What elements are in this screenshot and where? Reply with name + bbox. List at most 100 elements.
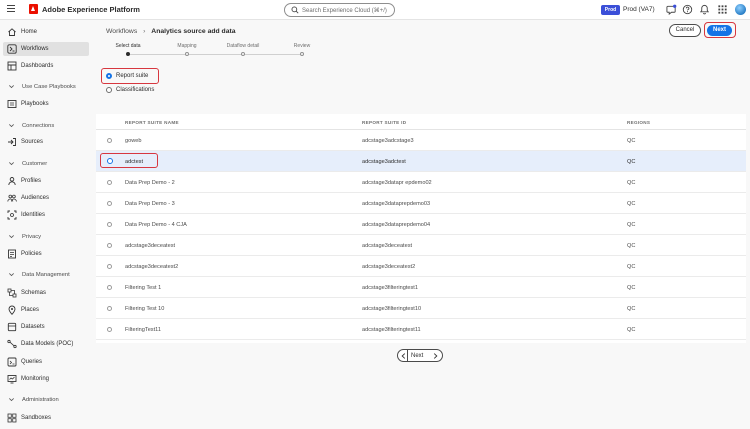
region-cell: QC <box>627 326 636 333</box>
apps-grid-icon[interactable] <box>717 4 728 15</box>
column-header-name[interactable]: REPORT SUITE NAME <box>125 120 179 125</box>
sidebar-item-sandboxes[interactable]: Sandboxes <box>3 411 89 425</box>
table-row[interactable]: Data Prep Demo - 2 adcstage3datapr epdemo… <box>96 172 746 193</box>
playbooks-icon <box>7 100 17 108</box>
step-dot <box>300 52 304 56</box>
report-suite-id-cell: adcstage3deceatest <box>362 242 413 249</box>
row-select-radio[interactable] <box>107 200 112 206</box>
datasets-icon <box>7 322 17 332</box>
sandboxes-icon <box>7 413 17 423</box>
report-suite-id-cell: adcstage3dataprepdemo03 <box>362 200 431 207</box>
row-select-radio[interactable] <box>107 263 112 269</box>
notifications-feed-icon[interactable] <box>666 4 677 15</box>
sidebar-section-customer[interactable]: Customer <box>3 158 89 170</box>
data-models-icon <box>7 339 17 349</box>
sidebar-item-queries[interactable]: Queries <box>3 355 89 369</box>
search-icon <box>291 6 299 14</box>
report-suite-radio[interactable] <box>106 73 112 79</box>
step-select-data: Select data <box>103 43 153 56</box>
report-suite-name-cell: goweb <box>125 137 142 144</box>
sidebar-item-label: Queries <box>21 358 43 365</box>
sidebar-item-monitoring[interactable]: Monitoring <box>3 372 89 386</box>
previous-page-button[interactable] <box>398 350 408 361</box>
table-row[interactable]: adctest adcstage3adctest QC <box>96 151 746 172</box>
cancel-button[interactable]: Cancel <box>669 24 701 37</box>
row-select-radio[interactable] <box>107 221 112 227</box>
adobe-logo-icon[interactable] <box>29 4 38 14</box>
region-cell: QC <box>627 179 636 186</box>
sidebar-item-workflows[interactable]: Workflows <box>3 42 89 56</box>
report-suite-name-cell: adcstage3deceatest <box>125 242 176 249</box>
sidebar-section-privacy[interactable]: Privacy <box>3 231 89 243</box>
table-row[interactable]: adcstage3deceatest2 adcstage3deceatest2 QC <box>96 256 746 277</box>
region-cell: QC <box>627 284 636 291</box>
row-select-radio[interactable] <box>107 242 112 248</box>
next-page-button[interactable] <box>429 350 441 361</box>
report-suite-id-cell: adcstage3datapr epdemo02 <box>362 179 432 186</box>
table-row[interactable]: goweb adcstage3adcstage3 QC <box>96 130 746 151</box>
sidebar-item-policies[interactable]: Policies <box>3 247 89 261</box>
sidebar-item-dashboards[interactable]: Dashboards <box>3 59 89 73</box>
chevron-down-icon <box>9 398 14 402</box>
chevron-down-icon <box>9 162 14 166</box>
dashboards-icon <box>7 61 17 71</box>
table-row[interactable]: FilteringTest11 adcstage3filteringtest11 Q… <box>96 319 746 340</box>
report-suite-label[interactable]: Report suite <box>116 73 148 79</box>
next-page-label[interactable]: Next <box>411 353 423 359</box>
column-header-id[interactable]: REPORT SUITE ID <box>362 120 406 125</box>
step-label: Mapping <box>177 43 197 49</box>
table-row[interactable]: Filtering Test 1 adcstage3filteringtest1 Q… <box>96 277 746 298</box>
classifications-label[interactable]: Classifications <box>116 87 154 93</box>
classifications-radio[interactable] <box>106 87 112 93</box>
sidebar-item-identities[interactable]: Identities <box>3 208 89 222</box>
sidebar-item-datasets[interactable]: Datasets <box>3 320 89 334</box>
chevron-down-icon <box>9 235 14 239</box>
avatar[interactable] <box>735 4 746 15</box>
workflow-stepper: Select data Mapping Dataflow detail Revi… <box>106 43 326 57</box>
table-row[interactable]: Data Prep Demo - 4 CJA adcstage3dataprepd… <box>96 214 746 235</box>
breadcrumb-workflows-link[interactable]: Workflows <box>106 28 137 35</box>
breadcrumb: Workflows › Analytics source add data <box>106 28 236 35</box>
app-title[interactable]: Adobe Experience Platform <box>42 5 140 14</box>
row-select-radio[interactable] <box>106 158 113 164</box>
env-label[interactable]: Prod (VA7) <box>623 6 655 13</box>
sidebar: Home Workflows Dashboards Use Case Playb… <box>0 21 92 429</box>
next-button-highlight: Next <box>704 22 736 38</box>
row-select-radio[interactable] <box>107 284 112 290</box>
bell-icon[interactable] <box>699 4 710 15</box>
location-pin-icon <box>8 305 16 315</box>
sidebar-section-label: Data Management <box>22 272 70 278</box>
sidebar-item-schemas[interactable]: Schemas <box>3 286 89 300</box>
column-header-regions[interactable]: REGIONS <box>627 120 650 125</box>
help-icon[interactable] <box>682 4 693 15</box>
menu-icon[interactable] <box>7 5 15 13</box>
search-input[interactable]: Search Experience Cloud (⌘+/) <box>284 3 395 17</box>
sidebar-item-data-models[interactable]: Data Models (POC) <box>3 337 89 351</box>
row-select-radio[interactable] <box>107 137 112 143</box>
env-badge[interactable]: Prod <box>601 5 620 15</box>
table-row[interactable]: adcstage3deceatest adcstage3deceatest QC <box>96 235 746 256</box>
profile-icon <box>8 177 16 186</box>
sidebar-item-home[interactable]: Home <box>3 25 89 39</box>
sidebar-item-places[interactable]: Places <box>3 303 89 317</box>
table-row[interactable]: Filtering Test 10 adcstage3filteringtest1… <box>96 298 746 319</box>
home-icon <box>8 28 16 36</box>
row-select-radio[interactable] <box>107 305 112 311</box>
sidebar-section-administration[interactable]: Administration <box>3 394 89 406</box>
next-button[interactable]: Next <box>707 24 732 36</box>
sidebar-section-use-case-playbooks[interactable]: Use Case Playbooks <box>3 81 89 93</box>
sidebar-item-sources[interactable]: Sources <box>3 135 89 149</box>
step-dot <box>126 52 130 56</box>
sidebar-section-connections[interactable]: Connections <box>3 120 89 132</box>
report-suite-name-cell: Data Prep Demo - 2 <box>125 179 175 186</box>
report-suite-id-cell: adcstage3adctest <box>362 158 406 165</box>
step-label: Select data <box>115 43 141 49</box>
sidebar-section-data-management[interactable]: Data Management <box>3 269 89 281</box>
sidebar-item-audiences[interactable]: Audiences <box>3 191 89 205</box>
row-select-radio[interactable] <box>107 179 112 185</box>
sidebar-item-profiles[interactable]: Profiles <box>3 174 89 188</box>
row-select-radio[interactable] <box>107 326 112 332</box>
sources-icon <box>8 138 16 146</box>
table-row[interactable]: Data Prep Demo - 3 adcstage3dataprepdemo0… <box>96 193 746 214</box>
sidebar-item-playbooks[interactable]: Playbooks <box>3 97 89 111</box>
